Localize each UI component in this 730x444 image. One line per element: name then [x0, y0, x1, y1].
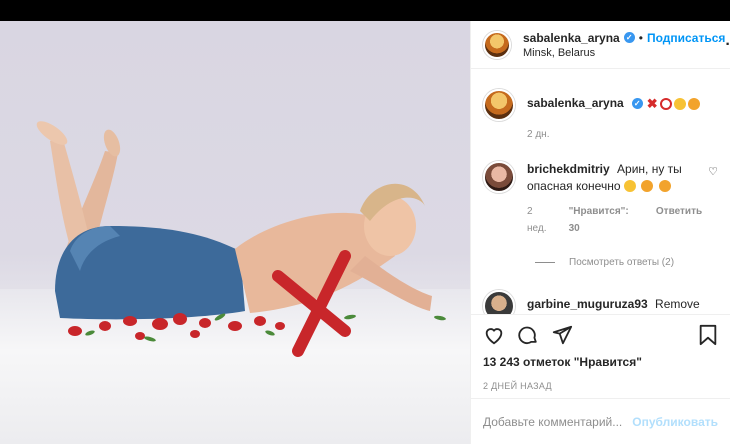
comment-username[interactable]: brichekdmitriy: [527, 162, 610, 176]
heart-icon[interactable]: [483, 324, 505, 346]
post-date: 2 ДНЕЙ НАЗАД: [483, 381, 552, 391]
header-row: sabalenka_aryna ✓ • Подписаться: [523, 31, 725, 45]
comment-time: 2 нед.: [527, 206, 547, 234]
author-username[interactable]: sabalenka_aryna: [523, 31, 620, 45]
comment-body: brichekdmitriy Арин, ну ты опасная конеч…: [527, 161, 702, 237]
post-sidebar: sabalenka_aryna ✓ • Подписаться Minsk, B…: [470, 21, 730, 444]
commenter-avatar[interactable]: [483, 290, 515, 314]
avatar[interactable]: [483, 30, 511, 59]
caption-time: 2 дн.: [527, 129, 550, 140]
commenter-avatar[interactable]: [483, 161, 515, 193]
tired-face-emoji-icon: [658, 180, 671, 192]
follow-button[interactable]: Подписаться: [647, 31, 725, 45]
verified-icon: ✓: [631, 98, 643, 109]
sunglasses-emoji-icon: [623, 180, 636, 192]
comment-icon[interactable]: [517, 324, 539, 346]
verified-icon: ✓: [623, 32, 635, 43]
list-item: brichekdmitriy Арин, ну ты опасная конеч…: [483, 161, 718, 237]
reply-button[interactable]: Ответить: [656, 203, 702, 237]
more-options-icon[interactable]: ···: [725, 36, 730, 54]
comments-list[interactable]: sabalenka_aryna ✓ ✖ 2 дн. brichekdmitriy…: [471, 69, 730, 314]
publish-button[interactable]: Опубликовать: [632, 415, 718, 429]
comment-username[interactable]: garbine_muguruza93: [527, 297, 648, 311]
view-replies-button[interactable]: Посмотреть ответы (2): [535, 257, 718, 268]
like-count[interactable]: 13 243 отметок "Нравится": [483, 355, 718, 369]
separator-dot: •: [638, 30, 643, 45]
view-replies-label: Посмотреть ответы (2): [569, 257, 675, 268]
comment-likes[interactable]: "Нравится": 30: [569, 203, 642, 237]
smirk-emoji-icon: [673, 97, 686, 110]
replies-divider: [535, 262, 555, 263]
post-actions: 13 243 отметок "Нравится" 2 ДНЕЙ НАЗАД: [471, 314, 730, 391]
header-info: sabalenka_aryna ✓ • Подписаться Minsk, B…: [523, 31, 725, 59]
post-modal: sabalenka_aryna ✓ • Подписаться Minsk, B…: [0, 21, 730, 444]
comment-input[interactable]: Добавьте комментарий...: [483, 415, 632, 429]
comment-meta: 2 нед. "Нравится": 30 Ответить: [527, 203, 702, 237]
no-under-18-emoji-icon: [659, 97, 672, 110]
see-no-evil-monkey-emoji-icon: [641, 180, 654, 192]
action-icons: [483, 315, 718, 355]
caption: sabalenka_aryna ✓ ✖ 2 дн.: [483, 89, 718, 143]
photo-illustration: [36, 121, 446, 357]
location-link[interactable]: Minsk, Belarus: [523, 47, 725, 59]
red-x-emoji-icon: ✖: [646, 96, 658, 111]
caption-meta: 2 дн.: [527, 126, 718, 143]
list-item: garbine_muguruza93 Remove the: [483, 290, 718, 314]
post-photo[interactable]: [0, 21, 470, 444]
caption-body: sabalenka_aryna ✓ ✖ 2 дн.: [527, 89, 718, 143]
post-header: sabalenka_aryna ✓ • Подписаться Minsk, B…: [471, 21, 730, 69]
caption-avatar[interactable]: [483, 89, 515, 121]
caption-username[interactable]: sabalenka_aryna: [527, 95, 624, 112]
bookmark-icon[interactable]: [698, 324, 718, 346]
paper-plane-icon[interactable]: [551, 324, 573, 346]
comment-heart-icon[interactable]: ♡: [708, 165, 718, 237]
comment-body: garbine_muguruza93 Remove the: [527, 296, 718, 314]
comment-composer: Добавьте комментарий... Опубликовать: [471, 398, 730, 444]
laughing-emoji-icon: [687, 97, 700, 110]
